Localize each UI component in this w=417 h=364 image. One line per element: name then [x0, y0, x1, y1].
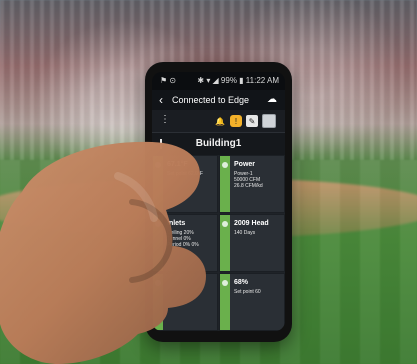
bell-icon[interactable]: 🔔: [214, 115, 226, 127]
tile-inlets[interactable]: Inlets Ceiling 20% Tunnel 0% Period 0% 0…: [152, 214, 218, 272]
tile-subtitle: 140 Days: [234, 230, 256, 236]
status-right: ✱ ▾ ◢ 99% ▮ 11:22 AM: [197, 76, 279, 85]
square-icon[interactable]: [262, 114, 276, 128]
tile-title: Inlets: [167, 220, 186, 227]
tile-title: 2009 Head: [234, 220, 269, 227]
tile-title: 68%: [234, 279, 249, 286]
back-icon[interactable]: ‹: [159, 94, 163, 106]
tile-title: 67.1°F: [167, 161, 188, 168]
tile-temperature[interactable]: 67.1°F Set point 62.0°F: [152, 155, 218, 213]
chat-icon[interactable]: ✎: [246, 115, 258, 127]
status-left: ⚑ ⊙: [160, 76, 177, 85]
thermometer-icon: [155, 162, 161, 168]
cloud-icon[interactable]: ☁: [267, 94, 277, 105]
toolbar-icons: 🔔 ! ✎: [214, 114, 276, 128]
tile-power[interactable]: Power Power-1 50000 CFM 26.8 CFM/kd: [219, 155, 285, 213]
tile-empty[interactable]: [152, 273, 218, 331]
toolbar: ⋮ 🔔 ! ✎: [152, 110, 285, 132]
smartphone: ⚑ ⊙ ✱ ▾ ◢ 99% ▮ 11:22 AM ‹ Connected to …: [145, 62, 292, 342]
clock-icon: [222, 221, 228, 227]
menu-icon[interactable]: ⋮: [160, 115, 170, 125]
stadium-background-photo: ⚑ ⊙ ✱ ▾ ◢ 99% ▮ 11:22 AM ‹ Connected to …: [0, 0, 417, 364]
building-title: Building1: [195, 138, 242, 149]
power-icon: [222, 162, 228, 168]
app-bar: ‹ Connected to Edge ☁: [152, 90, 285, 110]
inlets-icon: [155, 221, 161, 227]
tile-subtitle: Ceiling 20% Tunnel 0% Period 0% 0%: [167, 230, 199, 248]
bar-icon: [155, 280, 161, 286]
tile-subtitle: Power-1 50000 CFM 26.8 CFM/kd: [234, 171, 263, 189]
tile-title: Power: [234, 161, 256, 168]
warning-icon[interactable]: !: [230, 115, 242, 127]
tile-head[interactable]: 2009 Head 140 Days: [219, 214, 285, 272]
tile-humidity[interactable]: 68% Set point 60: [219, 273, 285, 331]
building-row[interactable]: Building1: [152, 132, 285, 156]
phone-screen: ⚑ ⊙ ✱ ▾ ◢ 99% ▮ 11:22 AM ‹ Connected to …: [152, 72, 285, 331]
app-title: Connected to Edge: [172, 95, 250, 105]
status-bar: ⚑ ⊙ ✱ ▾ ◢ 99% ▮ 11:22 AM: [152, 72, 285, 90]
tile-grid: 67.1°F Set point 62.0°F Power Power-1 50…: [152, 155, 285, 331]
humidity-icon: [222, 280, 228, 286]
tile-subtitle: Set point 62.0°F: [167, 171, 203, 177]
tile-subtitle: Set point 60: [234, 289, 261, 295]
